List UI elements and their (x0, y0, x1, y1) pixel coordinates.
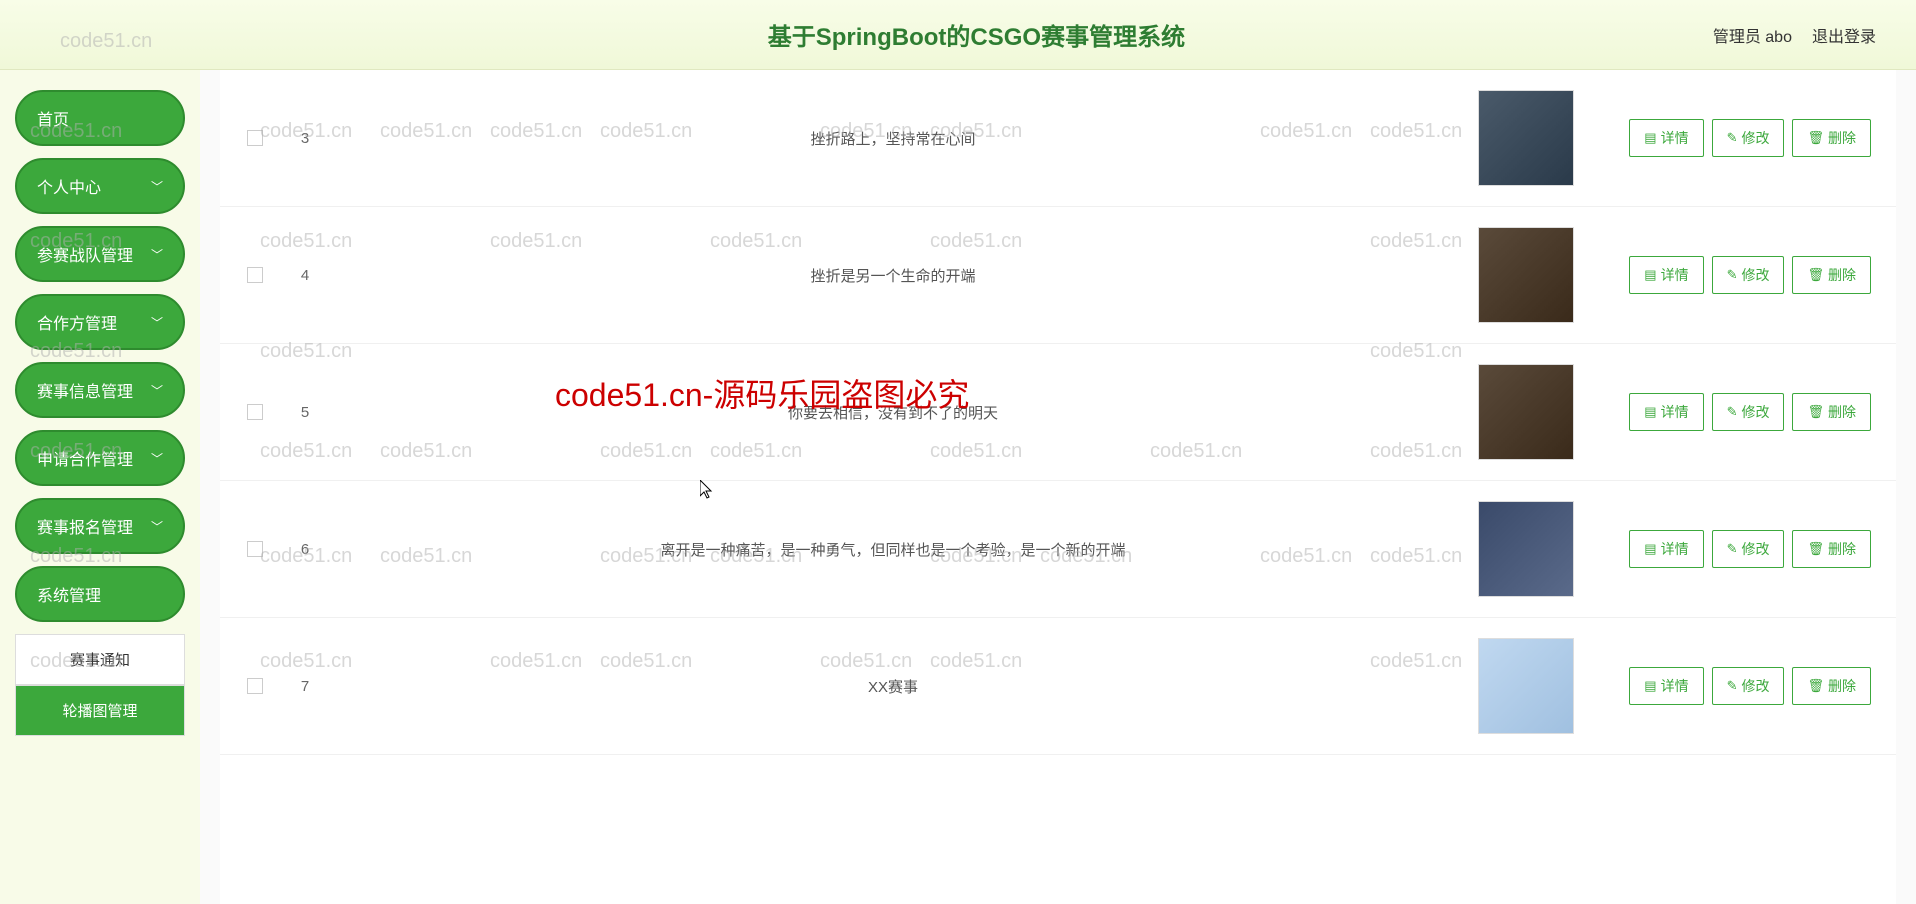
main-content: 3 挫折路上，坚持常在心间 ▤详情 ✎修改 🗑删除 4 挫折是另一个生命的开端 … (200, 70, 1916, 904)
chevron-down-icon: ﹀ (151, 314, 163, 331)
row-title: 你要去相信，没有到不了的明天 (335, 402, 1451, 423)
header-right: 管理员 abo 退出登录 (1713, 23, 1876, 47)
row-thumbnail (1478, 638, 1574, 734)
detail-icon: ▤ (1644, 678, 1656, 694)
row-checkbox[interactable] (247, 678, 263, 694)
table-row: 4 挫折是另一个生命的开端 ▤详情 ✎修改 🗑删除 (220, 207, 1896, 344)
delete-button[interactable]: 🗑删除 (1792, 667, 1871, 705)
delete-button[interactable]: 🗑删除 (1792, 393, 1871, 431)
row-thumbnail (1478, 227, 1574, 323)
sidebar-item-label: 申请合作管理 (37, 446, 133, 470)
table-row: 6 离开是一种痛苦，是一种勇气，但同样也是一个考验，是一个新的开端 ▤详情 ✎修… (220, 481, 1896, 618)
table-row: 3 挫折路上，坚持常在心间 ▤详情 ✎修改 🗑删除 (220, 70, 1896, 207)
admin-label[interactable]: 管理员 abo (1713, 23, 1792, 47)
chevron-down-icon: ﹀ (151, 246, 163, 263)
row-title: 离开是一种痛苦，是一种勇气，但同样也是一个考验，是一个新的开端 (335, 539, 1451, 560)
detail-button[interactable]: ▤详情 (1629, 393, 1703, 431)
table-container: 3 挫折路上，坚持常在心间 ▤详情 ✎修改 🗑删除 4 挫折是另一个生命的开端 … (220, 70, 1896, 904)
row-thumbnail (1478, 501, 1574, 597)
detail-button[interactable]: ▤详情 (1629, 530, 1703, 568)
page-title: 基于SpringBoot的CSGO赛事管理系统 (240, 17, 1713, 52)
sidebar: 首页 个人中心 ﹀ 参赛战队管理 ﹀ 合作方管理 ﹀ 赛事信息管理 ﹀ 申请合作… (0, 70, 200, 904)
detail-button[interactable]: ▤详情 (1629, 256, 1703, 294)
row-index: 4 (275, 267, 335, 284)
row-index: 3 (275, 130, 335, 147)
edit-icon: ✎ (1727, 541, 1738, 557)
sidebar-item-home[interactable]: 首页 (15, 90, 185, 146)
delete-icon: 🗑 (1807, 267, 1824, 283)
edit-button[interactable]: ✎修改 (1712, 667, 1785, 705)
row-title: 挫折是另一个生命的开端 (335, 265, 1451, 286)
edit-icon: ✎ (1727, 267, 1738, 283)
sidebar-item-signup[interactable]: 赛事报名管理 ﹀ (15, 498, 185, 554)
detail-icon: ▤ (1644, 541, 1656, 557)
sidebar-item-personal[interactable]: 个人中心 ﹀ (15, 158, 185, 214)
row-thumbnail (1478, 90, 1574, 186)
sidebar-item-label: 赛事信息管理 (37, 378, 133, 402)
logout-button[interactable]: 退出登录 (1812, 23, 1876, 47)
row-thumbnail (1478, 364, 1574, 460)
edit-icon: ✎ (1727, 404, 1738, 420)
row-title: 挫折路上，坚持常在心间 (335, 128, 1451, 149)
edit-button[interactable]: ✎修改 (1712, 393, 1785, 431)
edit-button[interactable]: ✎修改 (1712, 119, 1785, 157)
sidebar-item-partner[interactable]: 合作方管理 ﹀ (15, 294, 185, 350)
detail-button[interactable]: ▤详情 (1629, 119, 1703, 157)
delete-icon: 🗑 (1807, 541, 1824, 557)
chevron-down-icon: ﹀ (151, 382, 163, 399)
row-title: XX赛事 (335, 676, 1451, 697)
sidebar-item-event-info[interactable]: 赛事信息管理 ﹀ (15, 362, 185, 418)
delete-button[interactable]: 🗑删除 (1792, 119, 1871, 157)
chevron-down-icon: ﹀ (151, 178, 163, 195)
edit-icon: ✎ (1727, 130, 1738, 146)
row-index: 5 (275, 404, 335, 421)
edit-button[interactable]: ✎修改 (1712, 256, 1785, 294)
sidebar-item-system[interactable]: 系统管理 (15, 566, 185, 622)
delete-icon: 🗑 (1807, 404, 1824, 420)
submenu-item-notice[interactable]: 赛事通知 (15, 634, 185, 685)
table-row: 7 XX赛事 ▤详情 ✎修改 🗑删除 (220, 618, 1896, 755)
sidebar-item-label: 合作方管理 (37, 310, 117, 334)
sidebar-item-label: 参赛战队管理 (37, 242, 133, 266)
detail-button[interactable]: ▤详情 (1629, 667, 1703, 705)
chevron-down-icon: ﹀ (151, 450, 163, 467)
table-row: 5 你要去相信，没有到不了的明天 ▤详情 ✎修改 🗑删除 (220, 344, 1896, 481)
delete-icon: 🗑 (1807, 130, 1824, 146)
submenu: 赛事通知 轮播图管理 (15, 634, 185, 736)
chevron-down-icon: ﹀ (151, 518, 163, 535)
detail-icon: ▤ (1644, 130, 1656, 146)
row-index: 6 (275, 541, 335, 558)
sidebar-item-label: 赛事报名管理 (37, 514, 133, 538)
sidebar-item-label: 系统管理 (37, 582, 101, 606)
row-checkbox[interactable] (247, 130, 263, 146)
edit-icon: ✎ (1727, 678, 1738, 694)
delete-icon: 🗑 (1807, 678, 1824, 694)
row-index: 7 (275, 678, 335, 695)
row-checkbox[interactable] (247, 267, 263, 283)
sidebar-item-team[interactable]: 参赛战队管理 ﹀ (15, 226, 185, 282)
submenu-item-carousel[interactable]: 轮播图管理 (15, 685, 185, 736)
header: 基于SpringBoot的CSGO赛事管理系统 管理员 abo 退出登录 (0, 0, 1916, 70)
sidebar-item-label: 个人中心 (37, 174, 101, 198)
row-checkbox[interactable] (247, 541, 263, 557)
delete-button[interactable]: 🗑删除 (1792, 256, 1871, 294)
delete-button[interactable]: 🗑删除 (1792, 530, 1871, 568)
edit-button[interactable]: ✎修改 (1712, 530, 1785, 568)
sidebar-item-apply-partner[interactable]: 申请合作管理 ﹀ (15, 430, 185, 486)
row-checkbox[interactable] (247, 404, 263, 420)
detail-icon: ▤ (1644, 267, 1656, 283)
detail-icon: ▤ (1644, 404, 1656, 420)
sidebar-item-label: 首页 (37, 106, 69, 130)
